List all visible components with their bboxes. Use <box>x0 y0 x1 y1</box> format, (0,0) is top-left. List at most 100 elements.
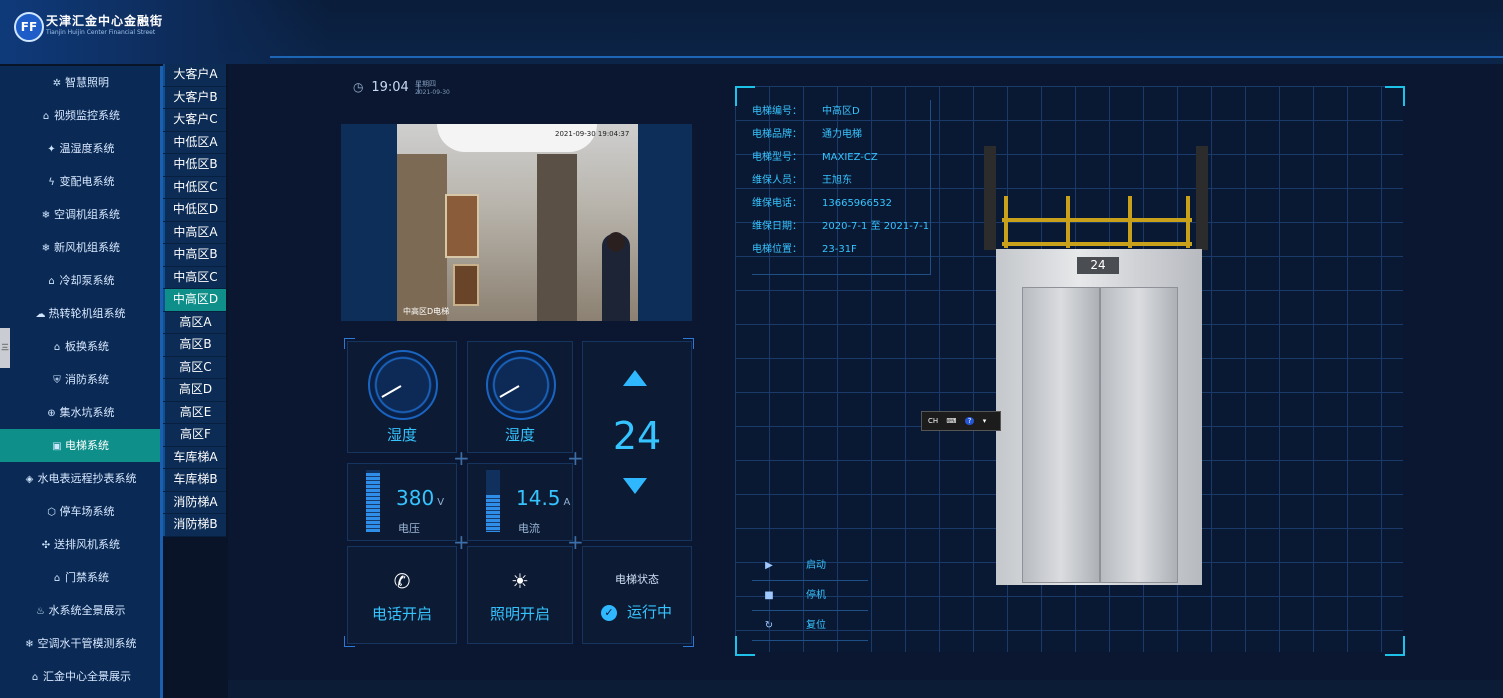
info-key: 电梯位置： <box>752 244 802 255</box>
elevator-list-item[interactable]: 中低区D <box>163 199 226 221</box>
info-row: 电梯编号： 中高区D <box>752 100 930 123</box>
snowflake-icon: ❄ <box>41 210 51 221</box>
ime-lang[interactable]: CH <box>928 417 938 425</box>
sidebar-item[interactable]: ♨ 水系统全景展示 <box>0 594 160 627</box>
sidebar-item[interactable]: ⌂ 门禁系统 <box>0 561 160 594</box>
sidebar-item-label: 视频监控系统 <box>54 109 120 122</box>
current-card: 14.5 A 电流 <box>467 463 573 541</box>
sidebar-item[interactable]: ⊕ 集水坑系统 <box>0 396 160 429</box>
sidebar-item[interactable]: ☁ 热转轮机组系统 <box>0 297 160 330</box>
elevator-list-item[interactable]: 大客户B <box>163 86 226 108</box>
sidebar-item[interactable]: ✣ 送排风机系统 <box>0 528 160 561</box>
ime-toolbar[interactable]: CH ⌨ ? ▾ <box>921 411 1001 431</box>
elevator-list-item[interactable]: 大客户C <box>163 109 226 131</box>
panel-corner <box>1385 636 1405 656</box>
elevator-list-item[interactable]: 高区C <box>163 356 226 378</box>
elevator-list-item[interactable]: 高区E <box>163 401 226 423</box>
header-divider <box>270 56 1503 58</box>
elevator-list-item[interactable]: 中高区A <box>163 221 226 243</box>
car-floor-display: 24 <box>1077 257 1119 274</box>
sidebar-item-label: 门禁系统 <box>65 571 109 584</box>
elevator-list-item[interactable]: 中低区B <box>163 154 226 176</box>
gauge-label: 湿度 <box>386 426 417 444</box>
stop-button[interactable]: ■ 停机 <box>752 582 868 611</box>
system-sidebar: ✲ 智慧照明 ⌂ 视频监控系统 ✦ 温湿度系统 ϟ 变配电系统 ❄ 空调机组系统 ❄ 新风机组系统 ⌂ 冷… <box>0 66 163 698</box>
info-key: 电梯型号： <box>752 152 802 163</box>
elevator-list-item[interactable]: 中低区C <box>163 176 226 198</box>
sidebar-item[interactable]: ❄ 空调机组系统 <box>0 198 160 231</box>
info-key: 维保日期： <box>752 221 802 232</box>
elevator-list-item[interactable]: 中高区D <box>163 289 226 311</box>
home-icon: ⌂ <box>42 111 50 122</box>
elevator-car: 24 <box>996 249 1202 585</box>
elevator-list-item[interactable]: 车库梯A <box>163 446 226 468</box>
info-value: 13665966532 <box>822 198 892 209</box>
rail-post <box>1004 196 1008 248</box>
state-title: 电梯状态 <box>615 573 659 586</box>
sidebar-collapse-tab[interactable]: 三 <box>0 328 10 368</box>
info-key: 维保电话： <box>752 198 802 209</box>
sidebar-item[interactable]: ⬡ 停车场系统 <box>0 495 160 528</box>
elevator-list-item[interactable]: 车库梯B <box>163 469 226 491</box>
clock: ◷ 19:04 | 星期四 2021-09-30 <box>353 80 450 96</box>
sidebar-item[interactable]: ❄ 空调水干管模测系统 <box>0 627 160 660</box>
elevator-list-item[interactable]: 消防梯A <box>163 491 226 513</box>
elevator-list-item[interactable]: 大客户A <box>163 64 226 86</box>
sidebar-item[interactable]: ◈ 水电表远程抄表系统 <box>0 462 160 495</box>
help-icon[interactable]: ? <box>964 417 975 425</box>
rail-post <box>1128 196 1132 248</box>
shaft-right <box>1196 146 1208 250</box>
reset-button[interactable]: ↻ 复位 <box>752 612 868 641</box>
sidebar-item[interactable]: ▣ 电梯系统 <box>0 429 160 462</box>
sidebar-item[interactable]: ✲ 智慧照明 <box>0 66 160 99</box>
voltage-card: 380 V 电压 <box>347 463 457 541</box>
elevator-list-item[interactable]: 高区F <box>163 424 226 446</box>
elevator-list-item[interactable]: 高区B <box>163 334 226 356</box>
video-timestamp: 2021-09-30 19:04:37 <box>555 130 630 138</box>
reset-icon: ↻ <box>764 620 774 631</box>
sidebar-item-label: 停车场系统 <box>59 505 115 518</box>
sidebar-item[interactable]: ❄ 新风机组系统 <box>0 231 160 264</box>
video-feed[interactable]: 2021-09-30 19:04:37 中高区D电梯 <box>341 124 692 321</box>
elevator-list-item[interactable]: 高区A <box>163 311 226 333</box>
sidebar-item[interactable]: ⌂ 板换系统 <box>0 330 160 363</box>
sidebar-item[interactable]: ✦ 温湿度系统 <box>0 132 160 165</box>
phone-button[interactable]: ✆ 电话开启 <box>347 546 457 644</box>
sidebar-item[interactable]: ⌂ 视频监控系统 <box>0 99 160 132</box>
keyboard-icon[interactable]: ⌨ <box>946 417 956 425</box>
arrow-down-icon[interactable] <box>623 478 647 494</box>
elevator-list-item[interactable]: 高区D <box>163 379 226 401</box>
sidebar-item[interactable]: ⌂ 冷却泵系统 <box>0 264 160 297</box>
plus-marker: + <box>453 530 470 554</box>
elevator-list-item[interactable]: 中高区C <box>163 266 226 288</box>
brand-subtitle: Tianjin Huijin Center Financial Street <box>46 29 156 36</box>
light-button[interactable]: ☀ 照明开启 <box>467 546 573 644</box>
elevator-list-item[interactable]: 中高区B <box>163 244 226 266</box>
current-bar <box>486 470 500 532</box>
power-icon: ϟ <box>48 177 55 188</box>
camera-sign-lower <box>453 264 479 306</box>
camera-image: 2021-09-30 19:04:37 中高区D电梯 <box>397 124 638 321</box>
voltage-bar <box>366 470 380 532</box>
arrow-up-icon[interactable] <box>623 370 647 386</box>
chevron-down-icon[interactable]: ▾ <box>983 417 987 425</box>
elevator-list-item[interactable]: 中低区A <box>163 131 226 153</box>
info-key: 电梯品牌： <box>752 129 802 140</box>
home-icon: ⌂ <box>53 573 61 584</box>
sidebar-item[interactable]: ϟ 变配电系统 <box>0 165 160 198</box>
plus-marker: + <box>567 530 584 554</box>
sidebar-item-label: 板换系统 <box>65 340 109 353</box>
rail-post <box>1186 196 1190 248</box>
start-button[interactable]: ▶ 启动 <box>752 552 868 581</box>
start-label: 启动 <box>806 560 826 571</box>
reset-label: 复位 <box>806 620 826 631</box>
snowflake-icon: ❄ <box>25 639 34 650</box>
brand-title: 天津汇金中心金融街 <box>46 14 164 28</box>
plus-marker: + <box>567 446 584 470</box>
sidebar-item[interactable]: ⛨ 消防系统 <box>0 363 160 396</box>
sidebar-item[interactable]: ⌂ 汇金中心全景展示 <box>0 660 160 693</box>
elevator-door-left <box>1022 287 1100 583</box>
gauge-icon <box>486 350 556 420</box>
info-value: 通力电梯 <box>822 129 862 140</box>
elevator-list-item[interactable]: 消防梯B <box>163 514 226 536</box>
